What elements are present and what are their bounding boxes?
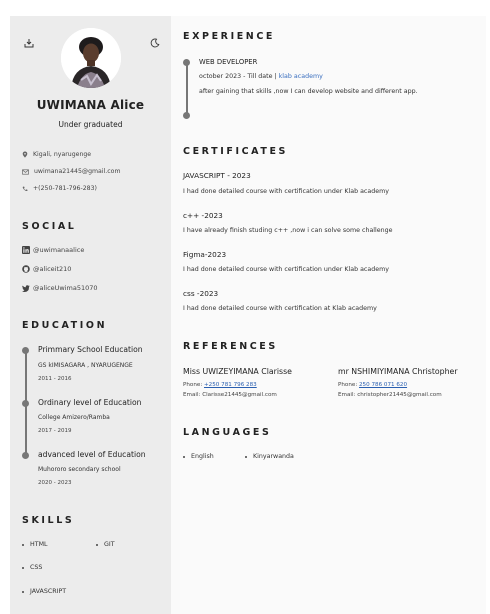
certificate-description: I have already finish studing c++ ,now i…	[183, 227, 393, 234]
profile-status: Under graduated	[58, 120, 123, 129]
social-github-label: @aliceit210	[33, 265, 72, 273]
experience-description: after gaining that skills ,now I can dev…	[199, 88, 418, 95]
bullet-icon	[22, 590, 24, 593]
skill-label: GIT	[104, 541, 115, 548]
education-item-degree: Primmary School Education	[38, 345, 143, 354]
reference-phone-label: Phone:	[338, 382, 358, 388]
language-label: English	[191, 453, 214, 460]
phone-icon	[22, 186, 28, 191]
experience-role: WEB DEVELOPER	[199, 58, 258, 66]
social-linkedin-label: @uwimanaalice	[33, 246, 85, 254]
experience-title: EXPERIENCE	[183, 31, 276, 42]
contact-phone[interactable]: +(250-781-796-283)	[22, 185, 97, 192]
social-title: SOCIAL	[22, 221, 77, 232]
languages-title: LANGUAGES	[183, 427, 272, 438]
profile-name: UWIMANA Alice	[36, 98, 145, 112]
certificate-name: JAVASCRIPT - 2023	[183, 171, 251, 180]
skill-label: CSS	[30, 564, 43, 571]
location-pin-icon	[22, 151, 28, 158]
skills-title: SKILLS	[22, 515, 75, 526]
bullet-icon	[245, 455, 247, 458]
social-item-linkedin[interactable]: @uwimanaalice	[22, 246, 84, 254]
experience-date: october 2023 - Till date | klab academy	[199, 73, 323, 80]
certificate-description: I had done detailed course with certific…	[183, 305, 377, 312]
skill-item: HTML	[22, 541, 48, 548]
certificate-description: I had done detailed course with certific…	[183, 266, 389, 273]
experience-timeline-dot	[183, 59, 190, 66]
reference-email-text: Clarisse21445@gmail.com	[202, 392, 277, 398]
education-item-years: 2011 - 2016	[38, 376, 72, 382]
sidebar: UWIMANA Alice Under graduated Kigali, ny…	[10, 16, 171, 614]
contact-location-text: Kigali, nyarugenge	[33, 151, 92, 158]
reference-phone: Phone: 250 786 071 620	[338, 382, 407, 388]
education-item-school: GS kIMISAGARA , NYARUGENGE	[38, 362, 133, 369]
reference-email-label: Email:	[338, 392, 356, 398]
contact-email-text: uwimana21445@gmail.com	[34, 168, 121, 175]
experience-date-text: october 2023 - Till date |	[199, 73, 277, 80]
bullet-icon	[22, 566, 24, 569]
resume-page: UWIMANA Alice Under graduated Kigali, ny…	[10, 16, 486, 614]
skill-label: JAVASCRIPT	[30, 588, 67, 595]
education-item-degree: Ordinary level of Education	[38, 398, 142, 407]
certificate-name: c++ -2023	[183, 211, 223, 220]
social-twitter-label: @aliceUwima51070	[33, 284, 98, 292]
language-label: Kinyarwanda	[253, 453, 294, 460]
certificates-title: CERTIFICATES	[183, 146, 288, 157]
skill-item: CSS	[22, 564, 42, 571]
reference-email: Email: Clarisse21445@gmail.com	[183, 392, 277, 398]
reference-phone-link[interactable]: +250 781 796 283	[204, 382, 257, 388]
moon-icon[interactable]	[148, 36, 162, 50]
github-icon	[22, 265, 30, 273]
education-item-school: Muhororo secondary school	[38, 466, 121, 473]
reference-phone-label: Phone:	[183, 382, 203, 388]
download-icon[interactable]	[22, 36, 36, 50]
linkedin-icon	[22, 246, 30, 254]
reference-phone: Phone: +250 781 796 283	[183, 382, 257, 388]
education-timeline-dot	[22, 452, 29, 459]
education-item-years: 2020 - 2023	[38, 480, 72, 486]
skill-label: HTML	[30, 541, 48, 548]
twitter-icon	[22, 284, 30, 292]
education-item-school: College Amizero/Ramba	[38, 414, 110, 421]
reference-name: Miss UWIZEYIMANA Clarisse	[183, 367, 292, 376]
skill-item: JAVASCRIPT	[22, 588, 66, 595]
contact-email[interactable]: uwimana21445@gmail.com	[22, 168, 120, 175]
education-item-degree: advanced level of Education	[38, 450, 146, 459]
experience-company-link[interactable]: klab academy	[279, 73, 323, 80]
certificate-description: I had done detailed course with certific…	[183, 188, 389, 195]
education-title: EDUCATION	[22, 320, 108, 331]
certificate-name: Figma-2023	[183, 250, 227, 259]
reference-email-text: christopher21445@gmail.com	[357, 392, 442, 398]
experience-timeline-line	[186, 63, 188, 116]
main-content: EXPERIENCE WEB DEVELOPER october 2023 - …	[171, 16, 486, 614]
contact-phone-text: +(250-781-796-283)	[33, 185, 97, 192]
bullet-icon	[183, 455, 185, 458]
bullet-icon	[22, 543, 24, 546]
language-item: English	[183, 453, 214, 460]
education-timeline-dot	[22, 400, 29, 407]
reference-email: Email: christopher21445@gmail.com	[338, 392, 442, 398]
reference-email-label: Email:	[183, 392, 201, 398]
education-timeline-dot	[22, 347, 29, 354]
bullet-icon	[96, 543, 98, 546]
reference-name: mr NSHIMIYIMANA Christopher	[338, 367, 458, 376]
skill-item: GIT	[96, 541, 115, 548]
avatar	[61, 28, 121, 88]
contact-location: Kigali, nyarugenge	[22, 151, 91, 158]
certificate-name: css -2023	[183, 289, 219, 298]
education-item-years: 2017 - 2019	[38, 428, 72, 434]
references-title: REFERENCES	[183, 341, 278, 352]
social-item-twitter[interactable]: @aliceUwima51070	[22, 284, 98, 292]
mail-icon	[22, 168, 29, 175]
language-item: Kinyarwanda	[245, 453, 294, 460]
social-item-github[interactable]: @aliceit210	[22, 265, 71, 273]
experience-timeline-dot	[183, 112, 190, 119]
reference-phone-link[interactable]: 250 786 071 620	[359, 382, 407, 388]
